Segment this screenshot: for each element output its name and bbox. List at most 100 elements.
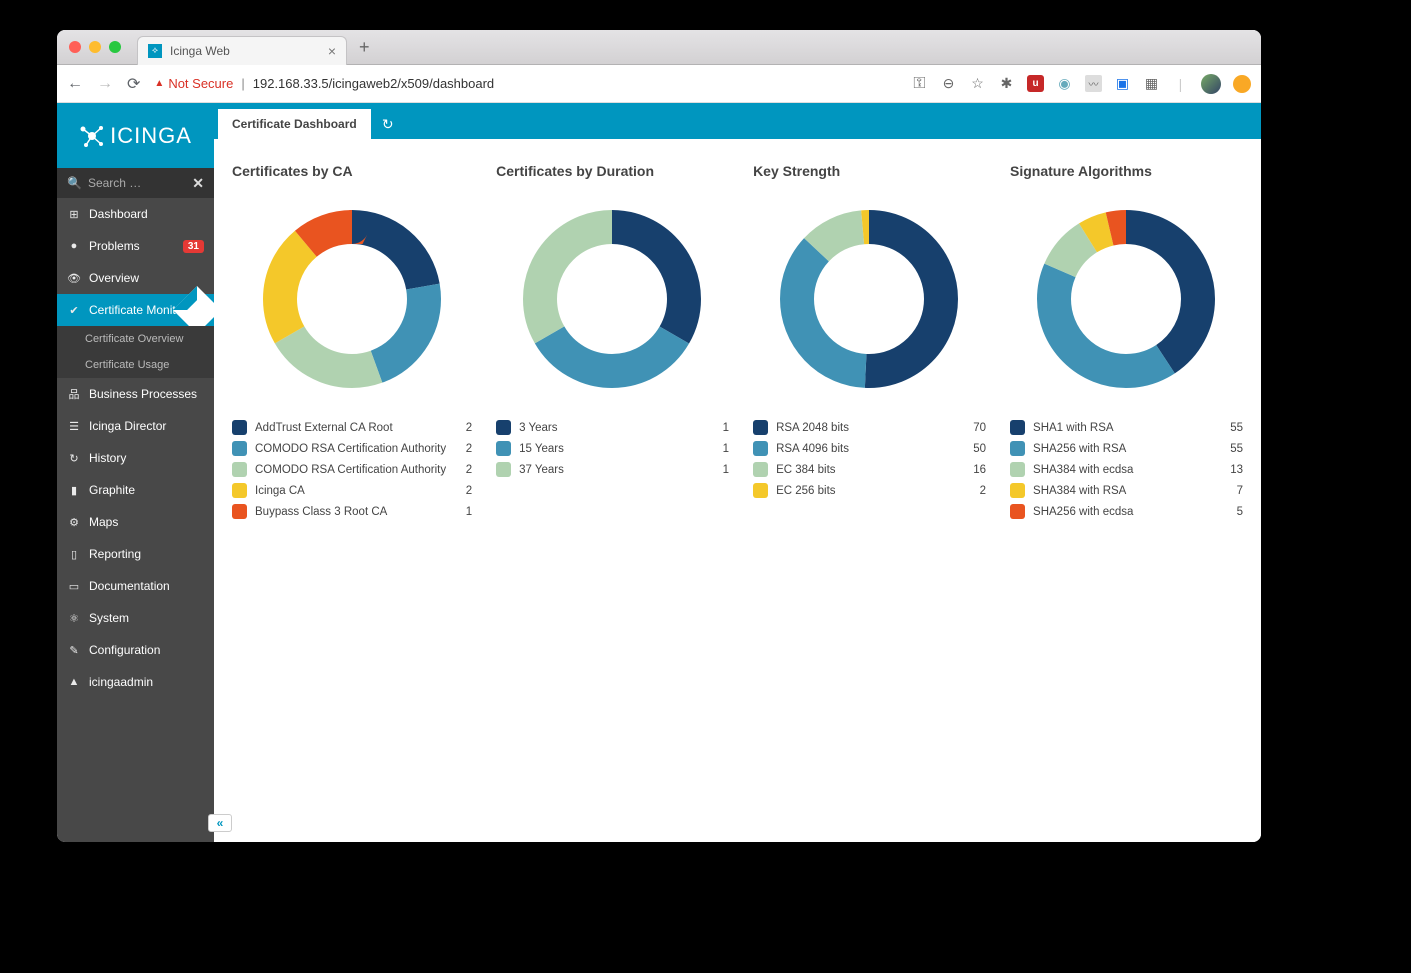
sidebar-item-icinga-director[interactable]: ☰ Icinga Director xyxy=(57,410,214,442)
sidebar-item-dashboard[interactable]: ⊞ Dashboard xyxy=(57,198,214,230)
new-tab-button[interactable]: + xyxy=(359,37,370,58)
legend-row[interactable]: Buypass Class 3 Root CA1 xyxy=(232,504,472,519)
forward-button[interactable]: → xyxy=(97,75,113,93)
legend-row[interactable]: Icinga CA2 xyxy=(232,483,472,498)
chart-legend: 3 Years1 15 Years 1 37 Years1 xyxy=(496,420,729,477)
reload-button[interactable]: ⟳ xyxy=(127,74,140,94)
sidebar-collapse-button[interactable]: « xyxy=(208,814,232,832)
tab-title: Icinga Web xyxy=(170,44,230,58)
legend-label: SHA384 with RSA xyxy=(1033,485,1217,497)
sidebar-item-graphite[interactable]: ▮Graphite xyxy=(57,474,214,506)
sidebar-item-history[interactable]: ↻History xyxy=(57,442,214,474)
sidebar-item-maps[interactable]: ⚙Maps xyxy=(57,506,214,538)
star-icon[interactable]: ☆ xyxy=(969,75,986,92)
legend-row[interactable]: SHA1 with RSA55 xyxy=(1010,420,1243,435)
legend-label: AddTrust External CA Root xyxy=(255,422,446,434)
sidebar-item-business-processes[interactable]: 品Business Processes xyxy=(57,378,214,410)
legend-value: 1 xyxy=(711,443,729,455)
legend-row[interactable]: 3 Years1 xyxy=(496,420,729,435)
legend-label: EC 384 bits xyxy=(776,464,960,476)
legend-label: EC 256 bits xyxy=(776,485,960,497)
close-window-button[interactable] xyxy=(69,41,81,53)
graybox-icon[interactable]: ▦ xyxy=(1143,75,1160,92)
legend-label: 37 Years xyxy=(519,464,703,476)
legend-row[interactable]: COMODO RSA Certification Authority 2 xyxy=(232,441,472,456)
globe-icon[interactable]: ◉ xyxy=(1056,75,1073,92)
content-tabbar: Certificate Dashboard ↻ xyxy=(214,103,1261,139)
orange-notify-icon[interactable] xyxy=(1233,75,1251,93)
legend-label: COMODO RSA Certification Authority xyxy=(255,464,446,476)
legend-row[interactable]: SHA384 with RSA 7 xyxy=(1010,483,1243,498)
nav-icon: ▯ xyxy=(67,548,81,561)
donut-chart xyxy=(245,191,460,406)
logo-icon xyxy=(79,123,105,149)
sidebar-item-documentation[interactable]: ▭Documentation xyxy=(57,570,214,602)
address-bar[interactable]: Not Secure | 192.168.33.5/icingaweb2/x50… xyxy=(154,76,897,91)
ublock-icon[interactable]: u xyxy=(1027,75,1044,92)
legend-swatch xyxy=(232,441,247,456)
nav-icon: ✔ xyxy=(67,304,81,317)
chart-title: Key Strength xyxy=(753,163,986,179)
sidebar-item-configuration[interactable]: ✎Configuration xyxy=(57,634,214,666)
legend-row[interactable]: SHA256 with ecdsa5 xyxy=(1010,504,1243,519)
legend-value: 2 xyxy=(454,422,472,434)
nav-icon: ⊞ xyxy=(67,208,81,221)
back-button[interactable]: ← xyxy=(67,75,83,93)
browser-tab[interactable]: ⟡ Icinga Web × xyxy=(137,36,347,65)
legend-row[interactable]: SHA256 with RSA55 xyxy=(1010,441,1243,456)
profile-avatar[interactable] xyxy=(1201,74,1221,94)
logo[interactable]: ICINGA xyxy=(57,103,214,168)
sidebar-item-reporting[interactable]: ▯Reporting xyxy=(57,538,214,570)
bluebox-icon[interactable]: ▣ xyxy=(1114,75,1131,92)
url-separator: | xyxy=(241,76,244,91)
url-text: 192.168.33.5/icingaweb2/x509/dashboard xyxy=(253,76,494,91)
refresh-button[interactable]: ↻ xyxy=(371,109,405,139)
sidebar-item-certificate-monitoring[interactable]: ✔ Certificate Monitoring xyxy=(57,294,214,326)
sidebar-item-icingaadmin[interactable]: ▲icingaadmin xyxy=(57,666,214,698)
legend-row[interactable]: COMODO RSA Certification Authority2 xyxy=(232,462,472,477)
legend-swatch xyxy=(232,462,247,477)
legend-row[interactable]: 37 Years1 xyxy=(496,462,729,477)
nav-icon: ✎ xyxy=(67,644,81,657)
legend-value: 55 xyxy=(1225,443,1243,455)
nav-label: Icinga Director xyxy=(89,419,166,433)
nav-label: History xyxy=(89,451,126,465)
legend-row[interactable]: SHA384 with ecdsa13 xyxy=(1010,462,1243,477)
sidebar-item-certificate-overview[interactable]: Certificate Overview xyxy=(57,326,214,352)
legend-row[interactable]: 15 Years 1 xyxy=(496,441,729,456)
content-tab-dashboard[interactable]: Certificate Dashboard xyxy=(218,109,371,139)
sidebar-item-overview[interactable]: 👁Overview xyxy=(57,262,214,294)
sidebar-item-problems[interactable]: ●Problems31 xyxy=(57,230,214,262)
minimize-window-button[interactable] xyxy=(89,41,101,53)
maximize-window-button[interactable] xyxy=(109,41,121,53)
legend-value: 2 xyxy=(454,443,472,455)
legend-label: 15 Years xyxy=(519,443,703,455)
chart-icon[interactable]: 〰 xyxy=(1085,75,1102,92)
bug-icon[interactable]: ✱ xyxy=(998,75,1015,92)
tab-close-icon[interactable]: × xyxy=(328,43,336,59)
sidebar-search[interactable]: 🔍 Search … ✕ xyxy=(57,168,214,198)
nav-label: Dashboard xyxy=(89,207,148,221)
chart-title: Certificates by Duration xyxy=(496,163,729,179)
nav-label: Problems xyxy=(89,239,140,253)
sidebar-item-system[interactable]: ⚛System xyxy=(57,602,214,634)
legend-row[interactable]: RSA 4096 bits50 xyxy=(753,441,986,456)
legend-row[interactable]: EC 384 bits16 xyxy=(753,462,986,477)
legend-row[interactable]: EC 256 bits 2 xyxy=(753,483,986,498)
legend-label: COMODO RSA Certification Authority xyxy=(255,443,446,455)
legend-row[interactable]: RSA 2048 bits70 xyxy=(753,420,986,435)
search-clear-icon[interactable]: ✕ xyxy=(192,175,204,192)
key-icon[interactable]: ⚿ xyxy=(911,75,928,92)
nav-icon: 👁 xyxy=(67,272,81,285)
nav-icon: ☰ xyxy=(67,420,81,433)
legend-row[interactable]: AddTrust External CA Root 2 xyxy=(232,420,472,435)
legend-value: 7 xyxy=(1225,485,1243,497)
legend-swatch xyxy=(1010,462,1025,477)
zoom-icon[interactable]: ⊖ xyxy=(940,75,957,92)
legend-label: RSA 4096 bits xyxy=(776,443,960,455)
nav-icon: ⚛ xyxy=(67,612,81,625)
legend-value: 2 xyxy=(968,485,986,497)
sidebar-item-certificate-usage[interactable]: Certificate Usage xyxy=(57,352,214,378)
legend-swatch xyxy=(496,420,511,435)
nav-label: Certificate Monitoring xyxy=(89,303,202,317)
